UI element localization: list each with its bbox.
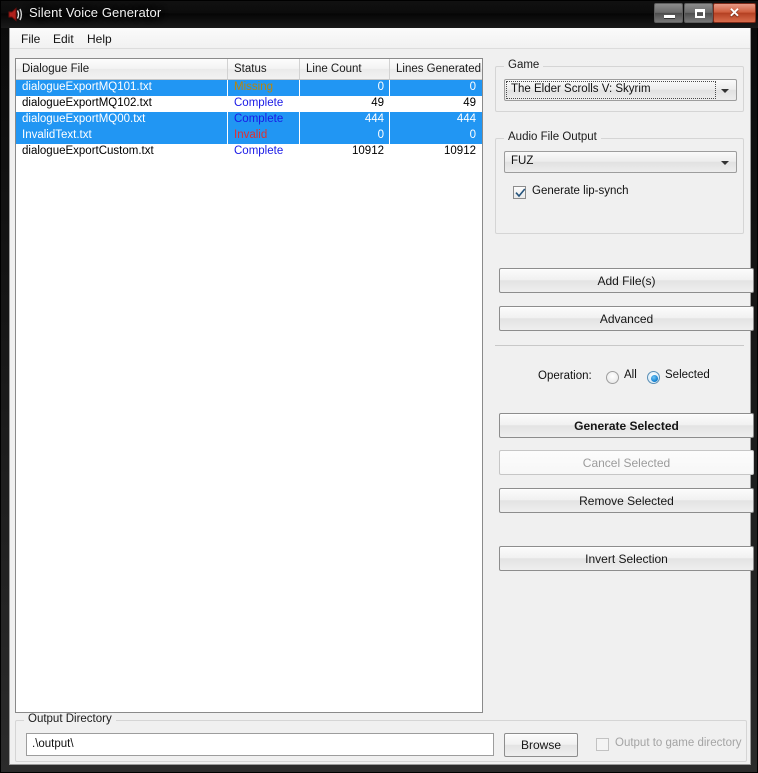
cell-dialogue-file: InvalidText.txt [16,128,228,144]
column-header-dialogue-file[interactable]: Dialogue File [16,59,228,79]
minimize-button[interactable] [654,3,683,23]
menu-edit[interactable]: Edit [48,31,79,47]
table-row[interactable]: dialogueExportCustom.txt Complete 10912 109… [16,144,482,160]
output-directory-input[interactable]: .\output\ [26,733,494,756]
column-header-line-count[interactable]: Line Count [300,59,390,79]
chevron-down-icon [721,161,729,165]
column-header-status[interactable]: Status [228,59,300,79]
operation-row: Operation: All Selected [492,369,747,387]
close-button[interactable]: ✕ [713,3,756,23]
minimize-icon [664,15,675,18]
menu-file[interactable]: File [16,31,45,47]
audio-format-value: FUZ [511,155,534,167]
operation-radio-selected-label: Selected [665,369,710,381]
audio-group-title: Audio File Output [504,131,601,143]
cell-status: Missing [228,80,300,96]
window-title: Silent Voice Generator [29,5,162,20]
generate-selected-button[interactable]: Generate Selected [499,413,754,438]
cell-status: Complete [234,145,284,157]
cell-lines-generated: 0 [469,129,476,141]
chevron-down-icon [721,89,729,93]
checkbox-box [513,186,526,199]
cell-status: Complete [234,97,284,109]
game-combobox[interactable]: The Elder Scrolls V: Skyrim [504,79,737,101]
cell-lines-generated: 10912 [444,145,476,157]
cell-line-count: 444 [300,112,390,128]
list-header-row: Dialogue File Status Line Count Lines Ge… [16,59,482,80]
cell-line-count: 0 [300,80,390,96]
title-bar[interactable]: Silent Voice Generator ✕ [1,1,758,28]
cell-status: Invalid [228,128,300,144]
game-groupbox: Game The Elder Scrolls V: Skyrim [495,59,744,112]
section-divider [495,345,744,346]
checkbox-box [596,738,609,751]
cancel-selected-button: Cancel Selected [499,450,754,475]
output-directory-groupbox: Output Directory .\output\ Browse Output… [15,713,747,762]
advanced-button[interactable]: Advanced [499,306,754,331]
table-row[interactable]: dialogueExportMQ101.txt Missing 0 0 [16,80,482,96]
radio-circle [647,371,660,384]
table-row[interactable]: dialogueExportMQ00.txt Complete 444 444 [16,112,482,128]
table-row[interactable]: dialogueExportMQ102.txt Complete 49 49 [16,96,482,112]
browse-button[interactable]: Browse [504,733,578,757]
operation-radio-all-label: All [624,369,637,381]
dialogue-file-list[interactable]: Dialogue File Status Line Count Lines Ge… [15,58,483,713]
table-row[interactable]: InvalidText.txt Invalid 0 0 [16,128,482,144]
menu-help[interactable]: Help [82,31,117,47]
cell-status: Complete [228,112,300,128]
generate-lipsync-label: Generate lip-synch [532,185,629,197]
invert-selection-button[interactable]: Invert Selection [499,546,754,571]
cell-dialogue-file: dialogueExportMQ102.txt [22,97,152,109]
cell-line-count: 10912 [352,145,384,157]
close-icon: ✕ [729,5,740,20]
game-group-title: Game [504,59,544,71]
radio-circle [606,371,619,384]
cell-dialogue-file: dialogueExportMQ101.txt [16,80,228,96]
cell-lines-generated: 444 [456,113,476,125]
right-panel: Game The Elder Scrolls V: Skyrim Audio F… [492,58,754,713]
cell-dialogue-file: dialogueExportMQ00.txt [16,112,228,128]
audio-format-combobox[interactable]: FUZ [504,151,737,173]
maximize-icon [695,9,705,18]
client-area: File Edit Help Dialogue File Status Line… [9,28,754,765]
column-header-lines-generated[interactable]: Lines Generated [390,59,482,79]
menu-bar: File Edit Help [10,28,750,49]
add-files-button[interactable]: Add File(s) [499,268,754,293]
audio-output-groupbox: Audio File Output FUZ Generate lip-synch [495,131,744,234]
output-to-game-directory-label: Output to game directory [615,737,742,749]
cell-lines-generated: 49 [463,97,476,109]
operation-label: Operation: [538,370,592,382]
remove-selected-button[interactable]: Remove Selected [499,488,754,513]
output-directory-title: Output Directory [24,713,116,725]
check-icon [515,188,526,198]
list-empty-area[interactable] [16,160,482,712]
speaker-mute-icon [7,6,25,23]
cell-line-count: 49 [371,97,384,109]
cell-lines-generated: 0 [469,81,476,93]
cell-dialogue-file: dialogueExportCustom.txt [22,145,154,157]
cell-line-count: 0 [300,128,390,144]
list-body: dialogueExportMQ101.txt Missing 0 0 dialogue… [16,80,482,160]
application-window: Silent Voice Generator ✕ File Edit Help … [0,0,758,773]
maximize-button[interactable] [684,3,713,23]
game-combobox-value: The Elder Scrolls V: Skyrim [511,83,651,95]
